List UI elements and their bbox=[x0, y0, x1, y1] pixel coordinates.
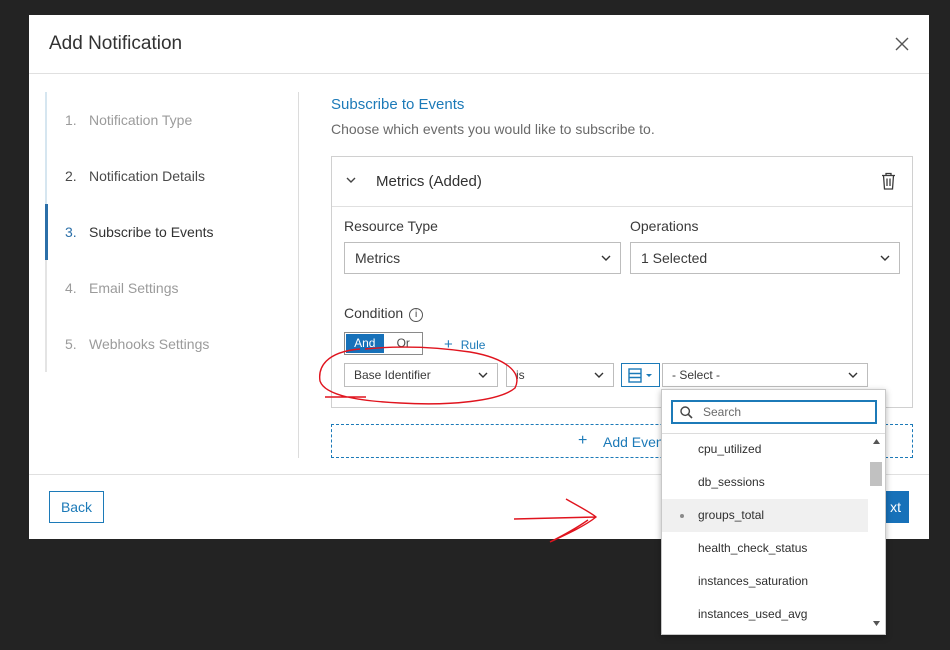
step-label: Notification Type bbox=[89, 112, 193, 128]
bullet-icon bbox=[680, 514, 684, 518]
operations-value: 1 Selected bbox=[641, 250, 708, 266]
trash-icon[interactable] bbox=[881, 172, 896, 190]
section-title: Subscribe to Events bbox=[331, 96, 465, 113]
search-icon bbox=[680, 406, 693, 419]
scrollbar-thumb[interactable] bbox=[870, 462, 882, 486]
step-label: Email Settings bbox=[89, 280, 179, 296]
step-subscribe-to-events[interactable]: 3. Subscribe to Events bbox=[45, 204, 285, 260]
option-instances-used-avg[interactable]: instances_used_avg bbox=[662, 598, 868, 631]
close-icon[interactable] bbox=[895, 37, 909, 51]
list-format-icon bbox=[628, 368, 652, 383]
dropdown-scrollbar[interactable] bbox=[868, 433, 885, 634]
chevron-down-icon bbox=[594, 372, 604, 378]
step-label: Subscribe to Events bbox=[89, 224, 214, 240]
event-card-title: Metrics (Added) bbox=[376, 173, 482, 190]
step-email-settings[interactable]: 4. Email Settings bbox=[45, 260, 285, 316]
step-notification-details[interactable]: 2. Notification Details bbox=[45, 148, 285, 204]
plus-icon: + bbox=[444, 336, 453, 353]
dropdown-options: cpu_utilized db_sessions groups_total he… bbox=[662, 433, 868, 631]
operations-label: Operations bbox=[630, 218, 699, 234]
event-card-header[interactable]: Metrics (Added) bbox=[332, 157, 912, 207]
rule-field-select[interactable]: Base Identifier bbox=[344, 363, 498, 387]
and-or-toggle: And Or bbox=[344, 332, 423, 355]
toggle-and[interactable]: And bbox=[346, 334, 384, 353]
step-label: Notification Details bbox=[89, 168, 205, 184]
search-input[interactable] bbox=[703, 404, 873, 420]
step-label: Webhooks Settings bbox=[89, 336, 210, 352]
rule-value-placeholder: - Select - bbox=[672, 368, 721, 382]
toggle-or[interactable]: Or bbox=[385, 333, 423, 354]
option-groups-total[interactable]: groups_total bbox=[662, 499, 868, 532]
add-rule-label: Rule bbox=[460, 338, 486, 352]
steps-divider bbox=[298, 92, 299, 458]
add-event-label: Add Even bbox=[603, 434, 664, 450]
chevron-down-icon[interactable] bbox=[346, 177, 356, 184]
info-icon[interactable]: i bbox=[409, 308, 424, 322]
resource-type-select[interactable]: Metrics bbox=[344, 242, 621, 274]
option-instances-saturation[interactable]: instances_saturation bbox=[662, 565, 868, 598]
value-dropdown: cpu_utilized db_sessions groups_total he… bbox=[661, 389, 886, 635]
scroll-down-icon[interactable] bbox=[873, 621, 880, 626]
chevron-down-icon bbox=[880, 255, 890, 261]
operations-select[interactable]: 1 Selected bbox=[630, 242, 900, 274]
step-notification-type[interactable]: 1. Notification Type bbox=[45, 92, 285, 148]
back-button[interactable]: Back bbox=[49, 491, 104, 523]
rule-operator-value: is bbox=[516, 368, 525, 382]
value-format-button[interactable] bbox=[621, 363, 660, 387]
resource-type-value: Metrics bbox=[355, 250, 401, 266]
option-db-sessions[interactable]: db_sessions bbox=[662, 466, 868, 499]
wizard-steps: 1. Notification Type 2. Notification Detai… bbox=[45, 92, 285, 372]
option-health-check-status[interactable]: health_check_status bbox=[662, 532, 868, 565]
scroll-up-icon[interactable] bbox=[873, 439, 880, 444]
dialog-title: Add Notification bbox=[49, 33, 183, 54]
add-rule-button[interactable]: + Rule bbox=[444, 336, 485, 353]
chevron-down-icon bbox=[478, 372, 488, 378]
dialog-header: Add Notification bbox=[29, 15, 929, 74]
chevron-down-icon bbox=[601, 255, 611, 261]
chevron-down-icon bbox=[848, 372, 858, 378]
section-subtitle: Choose which events you would like to su… bbox=[331, 121, 655, 137]
search-box bbox=[671, 400, 877, 424]
condition-label: Condition i bbox=[344, 305, 424, 322]
resource-type-label: Resource Type bbox=[344, 218, 438, 234]
plus-icon: + bbox=[578, 432, 588, 449]
option-cpu-utilized[interactable]: cpu_utilized bbox=[662, 433, 868, 466]
rule-value-select[interactable]: - Select - bbox=[662, 363, 868, 387]
rule-operator-select[interactable]: is bbox=[506, 363, 614, 387]
rule-field-value: Base Identifier bbox=[354, 368, 431, 382]
step-webhooks-settings[interactable]: 5. Webhooks Settings bbox=[45, 316, 285, 372]
event-card: Metrics (Added) Resource Type Metrics Op… bbox=[331, 156, 913, 408]
